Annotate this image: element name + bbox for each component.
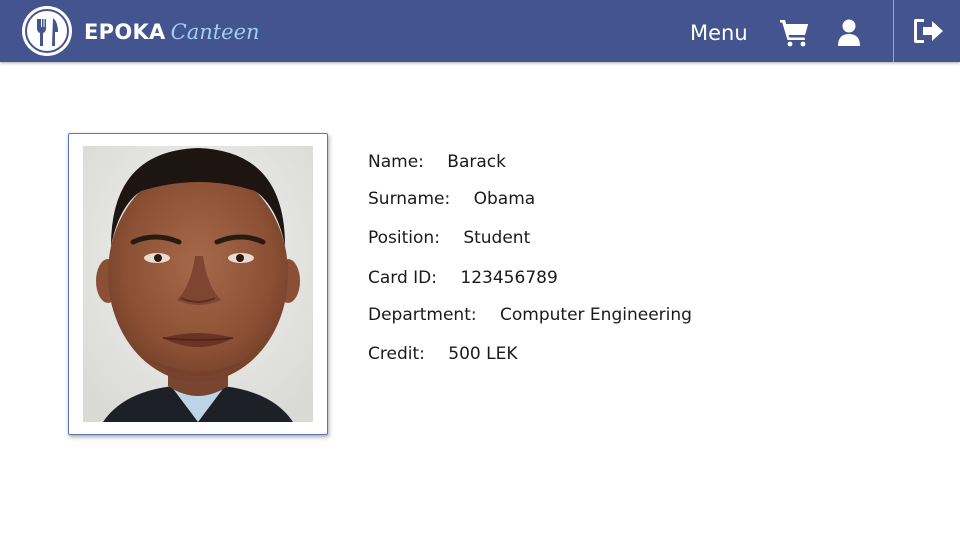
card-id-label: Card ID: — [368, 268, 438, 288]
surname-label: Surname: — [368, 189, 451, 209]
brand-title[interactable]: EPOKA Canteen — [84, 19, 260, 45]
credit-value: 500 LEK — [448, 344, 518, 364]
profile-field-card-id: Card ID: 123456789 — [368, 267, 558, 289]
position-label: Position: — [368, 228, 440, 248]
top-navigation-bar: EPOKA Canteen Menu — [0, 0, 960, 62]
brand-sub-text: Canteen — [170, 20, 260, 44]
profile-photo — [83, 146, 313, 422]
position-value: Student — [463, 228, 531, 248]
name-label: Name: — [368, 152, 424, 172]
brand-main-text: EPOKA — [84, 20, 166, 44]
menu-link[interactable]: Menu — [690, 20, 748, 46]
profile-photo-frame — [68, 133, 328, 435]
surname-value: Obama — [473, 189, 536, 209]
profile-field-position: Position: Student — [368, 227, 530, 249]
header-divider — [893, 0, 894, 62]
profile-field-credit: Credit: 500 LEK — [368, 343, 517, 365]
shopping-cart-icon[interactable] — [779, 16, 811, 48]
profile-field-name: Name: Barack — [368, 151, 506, 173]
name-value: Barack — [447, 152, 506, 172]
logout-icon[interactable] — [912, 16, 946, 46]
profile-field-department: Department: Computer Engineering — [368, 304, 692, 326]
user-profile-icon[interactable] — [835, 18, 863, 48]
department-label: Department: — [368, 305, 477, 325]
profile-field-surname: Surname: Obama — [368, 188, 535, 210]
department-value: Computer Engineering — [500, 305, 692, 325]
fork-knife-logo-icon[interactable] — [22, 6, 72, 56]
credit-label: Credit: — [368, 344, 425, 364]
card-id-value: 123456789 — [460, 268, 558, 288]
